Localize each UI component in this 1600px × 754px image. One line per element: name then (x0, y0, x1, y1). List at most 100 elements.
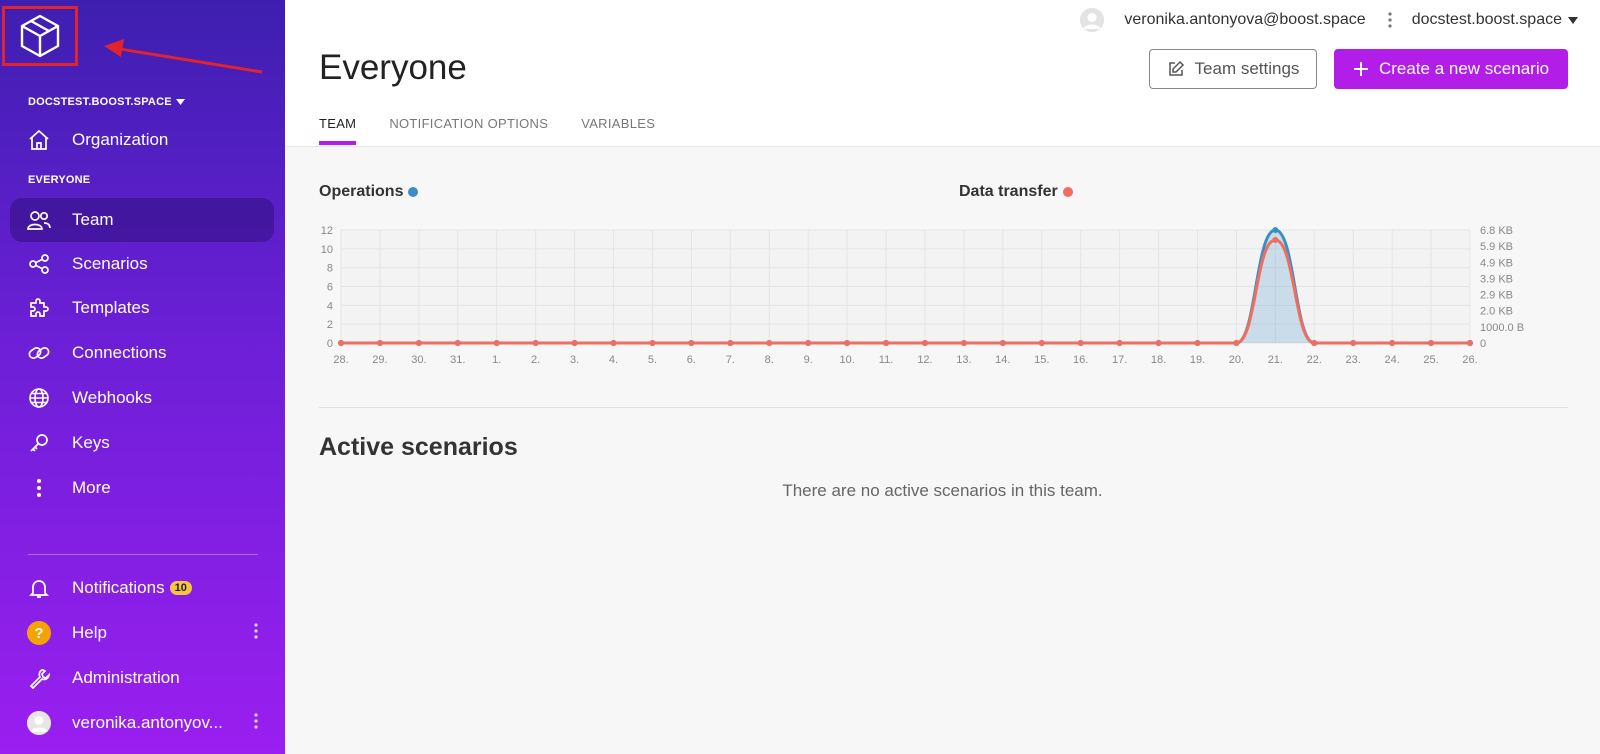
wrench-icon (26, 665, 52, 691)
sidebar-item-connections[interactable]: Connections (10, 331, 274, 375)
more-vertical-icon (26, 475, 52, 501)
x-tick-label: 29. (372, 354, 387, 366)
empty-state-text: There are no active scenarios in this te… (782, 481, 1103, 500)
y-left-tick-label: 2 (327, 319, 333, 331)
y-right-tick-label: 2.0 KB (1480, 306, 1513, 318)
x-tick-label: 14. (995, 354, 1010, 366)
operations-point (1272, 227, 1279, 233)
sidebar-item-more[interactable]: More (10, 466, 274, 510)
tab-variables[interactable]: VARIABLES (581, 116, 655, 145)
caret-down-icon (1568, 16, 1578, 24)
data-transfer-point (1272, 236, 1279, 243)
x-tick-label: 5. (648, 354, 657, 366)
data-transfer-point (766, 340, 773, 346)
avatar-wrap (26, 710, 52, 736)
x-tick-label: 12. (917, 354, 932, 366)
sidebar-item-keys[interactable]: Keys (10, 421, 274, 465)
org-switcher[interactable]: DOCSTEST.BOOST.SPACE (28, 96, 185, 108)
data-transfer-point (688, 340, 695, 346)
sidebar-item-notifications[interactable]: Notifications 10 (10, 566, 274, 610)
globe-icon (26, 385, 52, 411)
data-transfer-point (1155, 340, 1162, 346)
org-name: docstest.boost.space (1411, 11, 1562, 28)
data-transfer-point (1350, 340, 1357, 346)
user-email[interactable]: veronika.antonyova@boost.space (1124, 11, 1365, 29)
x-tick-label: 26. (1462, 354, 1477, 366)
x-tick-label: 9. (804, 354, 813, 366)
data-transfer-point (1116, 340, 1123, 346)
help-menu-icon[interactable] (254, 623, 258, 644)
sidebar-item-templates[interactable]: Templates (10, 286, 274, 330)
data-transfer-point (1233, 340, 1240, 346)
sidebar-item-user[interactable]: veronika.antonyov... (10, 701, 274, 745)
data-transfer-point (1194, 340, 1201, 346)
data-transfer-chart-title: Data transfer (959, 183, 1073, 201)
active-scenarios-title: Active scenarios (319, 433, 518, 461)
data-transfer-legend-dot (1062, 187, 1073, 197)
data-transfer-point (338, 340, 344, 346)
sidebar-item-label: Help (72, 623, 107, 642)
data-transfer-point (999, 340, 1006, 346)
org-dropdown[interactable]: docstest.boost.space (1412, 11, 1578, 29)
main-content: Operations Data transfer 0 2 4 6 8 10 12 0 1000… (285, 147, 1600, 754)
page-title: Everyone (319, 48, 467, 87)
app-logo[interactable] (2, 6, 78, 66)
puzzle-icon (26, 295, 52, 321)
sidebar-item-webhooks[interactable]: Webhooks (10, 376, 274, 420)
data-transfer-point (844, 340, 851, 346)
sidebar-item-label: Templates (72, 298, 150, 317)
y-left-tick-label: 8 (327, 263, 333, 275)
home-icon (26, 127, 52, 153)
sidebar-item-help[interactable]: ? Help (10, 611, 274, 655)
sidebar-item-scenarios[interactable]: Scenarios (10, 242, 274, 286)
sidebar-item-label: Administration (72, 668, 180, 687)
data-transfer-point (727, 340, 734, 346)
x-tick-label: 2. (531, 354, 540, 366)
team-settings-label: Team settings (1194, 59, 1300, 78)
x-tick-label: 1. (492, 354, 501, 366)
sidebar-item-label: veronika.antonyov... (72, 713, 223, 732)
section-label: EVERYONE (28, 174, 91, 186)
x-tick-label: 16. (1073, 354, 1088, 366)
data-transfer-point (1467, 340, 1473, 346)
x-tick-label: 25. (1423, 354, 1438, 366)
x-tick-label: 15. (1034, 354, 1049, 366)
data-transfer-point (1311, 340, 1318, 346)
x-tick-label: 18. (1151, 354, 1166, 366)
x-tick-label: 13. (956, 354, 971, 366)
tab-bar: TEAM NOTIFICATION OPTIONS VARIABLES (319, 116, 655, 145)
annotation-arrow-icon (104, 39, 263, 74)
edit-icon (1168, 60, 1184, 76)
tab-team[interactable]: TEAM (319, 116, 357, 145)
x-tick-label: 22. (1307, 354, 1322, 366)
user-avatar[interactable] (1080, 8, 1105, 32)
avatar-icon (27, 711, 51, 735)
help-icon: ? (27, 621, 51, 645)
data-transfer-point (415, 340, 422, 346)
team-settings-button[interactable]: Team settings (1149, 49, 1317, 89)
user-menu-kebab-icon[interactable] (1388, 12, 1392, 28)
x-tick-label: 24. (1384, 354, 1399, 366)
x-tick-label: 10. (839, 354, 854, 366)
y-left-tick-label: 12 (321, 225, 333, 237)
data-transfer-point (1038, 340, 1045, 346)
tab-notification-options[interactable]: NOTIFICATION OPTIONS (389, 116, 548, 145)
user-menu-icon[interactable] (254, 713, 258, 734)
data-transfer-point (921, 340, 928, 346)
x-tick-label: 31. (450, 354, 465, 366)
sidebar-divider (28, 554, 258, 555)
usage-chart: 024681012 01000.0 B2.0 KB2.9 KB3.9 KB4.9… (321, 225, 1524, 366)
create-scenario-button[interactable]: Create a new scenario (1334, 49, 1568, 89)
sidebar: DOCSTEST.BOOST.SPACE Organization EVERYO… (0, 0, 285, 754)
data-transfer-point (1389, 340, 1396, 346)
cube-logo-icon (20, 14, 60, 58)
sidebar-item-administration[interactable]: Administration (10, 656, 274, 700)
y-right-tick-label: 6.8 KB (1480, 225, 1513, 237)
data-transfer-point (805, 340, 812, 346)
data-transfer-point (454, 340, 461, 346)
sidebar-item-team[interactable]: Team (10, 198, 274, 242)
x-tick-label: 7. (726, 354, 735, 366)
notifications-count-badge: 10 (169, 581, 192, 595)
sidebar-item-label: Scenarios (72, 254, 148, 273)
sidebar-item-organization[interactable]: Organization (10, 118, 274, 162)
